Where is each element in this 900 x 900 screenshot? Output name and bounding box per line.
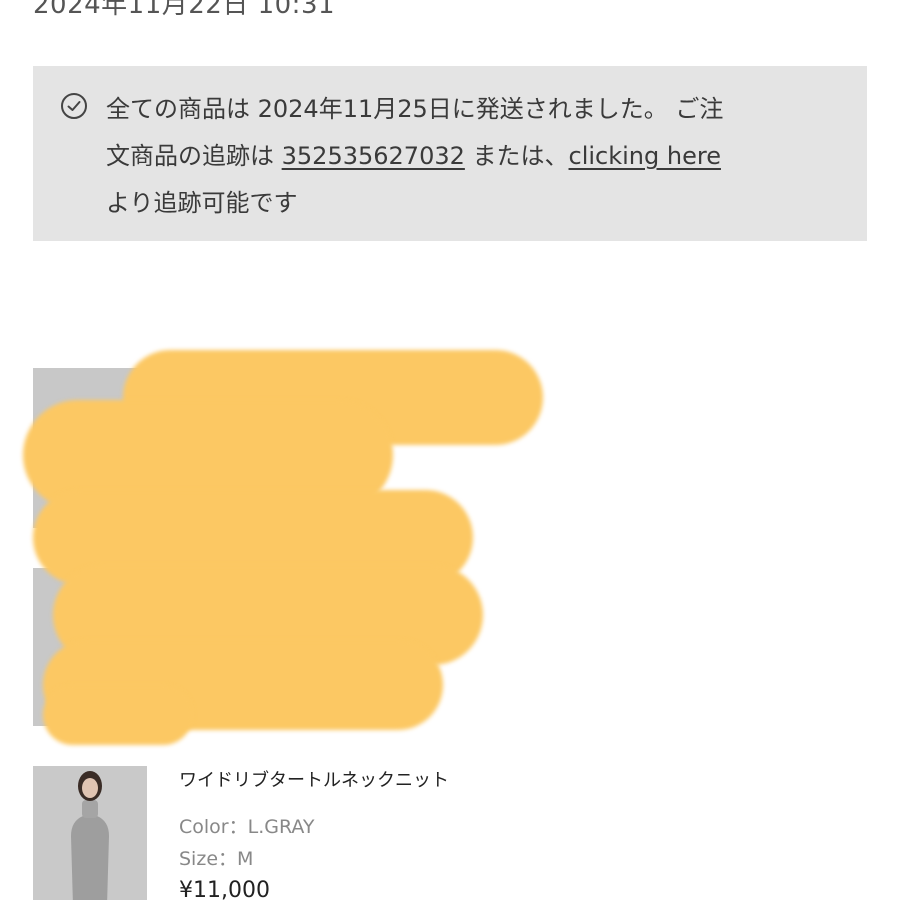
notice-text: 全ての商品は 2024年11月25日に発送されました。 ご注 文商品の追跡は 3…: [106, 86, 846, 227]
redaction-scribble: [43, 685, 193, 745]
product-item[interactable]: ワイドリブタートルネックニット Color：L.GRAY Size：M ¥11,…: [33, 766, 867, 900]
check-circle-icon: [61, 93, 87, 119]
notice-line-2: 文商品の追跡は 352535627032 または、clicking here: [106, 133, 846, 180]
tracking-number-link[interactable]: 352535627032: [282, 142, 465, 170]
product-color: Color：L.GRAY: [179, 816, 315, 838]
notice-line-1: 全ての商品は 2024年11月25日に発送されました。 ご注: [106, 95, 724, 123]
product-image[interactable]: [33, 766, 147, 900]
order-date: 2024年11月22日 10:31: [33, 0, 336, 20]
product-name[interactable]: ワイドリブタートルネックニット: [179, 766, 449, 792]
tracking-middle: または、: [464, 142, 569, 170]
product-price: ¥11,000: [179, 878, 270, 900]
tracking-prefix: 文商品の追跡は: [106, 142, 282, 170]
product-photo-illustration: [33, 766, 147, 900]
product-size: Size：M: [179, 848, 254, 870]
notice-line-3: より追跡可能です: [106, 189, 298, 217]
tracking-click-here-link[interactable]: clicking here: [569, 142, 721, 170]
shipping-notice: 全ての商品は 2024年11月25日に発送されました。 ご注 文商品の追跡は 3…: [33, 66, 867, 241]
order-detail-page: 2024年11月22日 10:31 全ての商品は 2024年11月25日に発送さ…: [0, 0, 900, 900]
redacted-product-images: [23, 340, 593, 770]
